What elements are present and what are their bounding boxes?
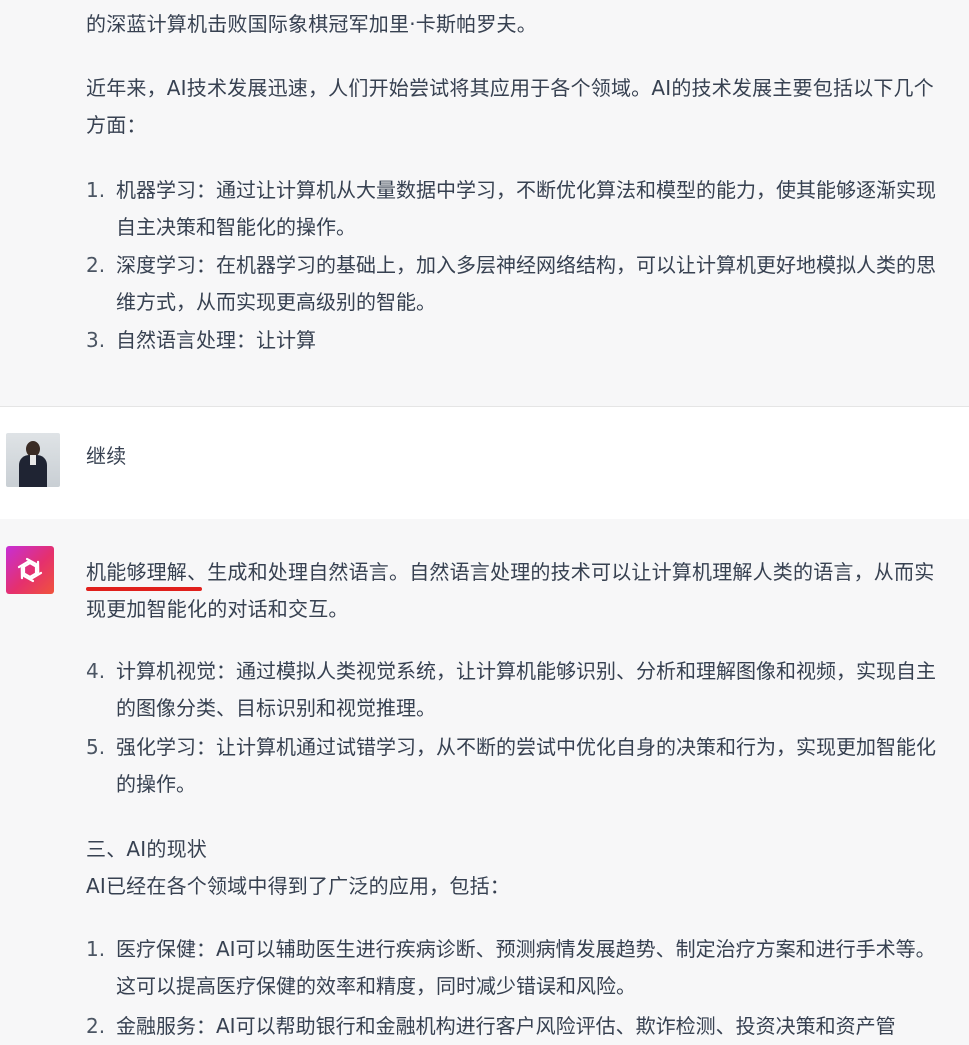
user-message: 继续 xyxy=(0,406,969,520)
list-number: 3. xyxy=(86,328,106,352)
openai-logo-icon xyxy=(6,546,54,594)
list-number: 1. xyxy=(86,937,106,961)
list-number: 4. xyxy=(86,659,106,683)
user-message-text: 继续 xyxy=(86,444,127,468)
list-item: 1. 机器学习：通过让计算机从大量数据中学习，不断优化算法和模型的能力，使其能够… xyxy=(86,172,952,246)
red-underline-annotation xyxy=(86,587,202,591)
list-item: 4. 计算机视觉：通过模拟人类视觉系统，让计算机能够识别、分析和理解图像和视频，… xyxy=(86,653,952,727)
section-intro: AI已经在各个领域中得到了广泛的应用，包括： xyxy=(86,874,510,898)
list-text: 强化学习：让计算机通过试错学习，从不断的尝试中优化自身的决策和行为，实现更加智能… xyxy=(116,735,936,796)
list-text: 医疗保健：AI可以辅助医生进行疾病诊断、预测病情发展趋势、制定治疗方案和进行手术… xyxy=(116,937,936,998)
list-text: 自然语言处理：让计算 xyxy=(116,328,316,352)
message-paragraph: 近年来，AI技术发展迅速，人们开始尝试将其应用于各个领域。AI的技术发展主要包括… xyxy=(86,76,934,137)
list-item: 3. 自然语言处理：让计算 xyxy=(86,322,952,359)
list-text: 机器学习：通过让计算机从大量数据中学习，不断优化算法和模型的能力，使其能够逐渐实… xyxy=(116,178,936,239)
list-item: 5. 强化学习：让计算机通过试错学习，从不断的尝试中优化自身的决策和行为，实现更… xyxy=(86,729,952,803)
list-number: 2. xyxy=(86,1014,106,1038)
list-number: 2. xyxy=(86,253,106,277)
list-text: 深度学习：在机器学习的基础上，加入多层神经网络结构，可以让计算机更好地模拟人类的… xyxy=(116,253,936,314)
assistant-message-previous: 的深蓝计算机击败国际象棋冠军加里·卡斯帕罗夫。 近年来，AI技术发展迅速，人们开… xyxy=(0,0,969,406)
message-text: 的深蓝计算机击败国际象棋冠军加里·卡斯帕罗夫。 xyxy=(86,12,537,36)
section-heading: 三、AI的现状 xyxy=(86,837,207,861)
list-item: 1. 医疗保健：AI可以辅助医生进行疾病诊断、预测病情发展趋势、制定治疗方案和进… xyxy=(86,931,952,1005)
list-number: 5. xyxy=(86,735,106,759)
list-text: 计算机视觉：通过模拟人类视觉系统，让计算机能够识别、分析和理解图像和视频，实现自… xyxy=(116,659,936,720)
user-avatar xyxy=(6,433,60,487)
list-item: 2. 金融服务：AI可以帮助银行和金融机构进行客户风险评估、欺诈检测、投资决策和… xyxy=(86,1008,952,1045)
list-text: 金融服务：AI可以帮助银行和金融机构进行客户风险评估、欺诈检测、投资决策和资产管 xyxy=(116,1014,896,1038)
list-number: 1. xyxy=(86,178,106,202)
list-item: 2. 深度学习：在机器学习的基础上，加入多层神经网络结构，可以让计算机更好地模拟… xyxy=(86,247,952,321)
assistant-message: 机能够理解、生成和处理自然语言。自然语言处理的技术可以让计算机理解人类的语言，从… xyxy=(0,519,969,1038)
message-paragraph: 机能够理解、生成和处理自然语言。自然语言处理的技术可以让计算机理解人类的语言，从… xyxy=(86,560,935,621)
